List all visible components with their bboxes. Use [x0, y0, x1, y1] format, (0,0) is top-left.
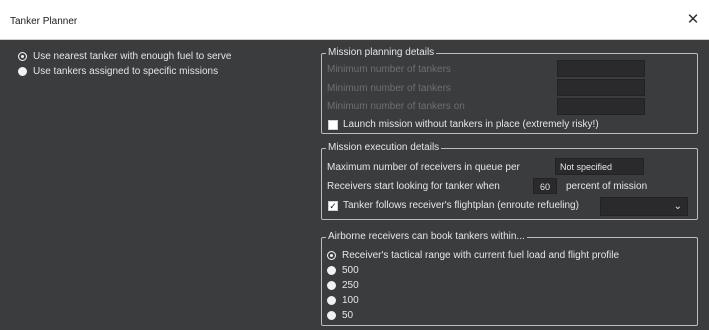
radio-unselected-icon[interactable]: [327, 266, 336, 275]
close-icon[interactable]: ✕: [685, 12, 701, 28]
flightplan-dropdown[interactable]: ⌄: [600, 197, 688, 216]
follows-flightplan-label: Tanker follows receiver's flightplan (en…: [343, 200, 579, 211]
min-tankers-input[interactable]: [557, 60, 645, 77]
mission-planning-group: Mission planning details Minimum number …: [321, 47, 698, 134]
airborne-option-100[interactable]: 100: [327, 295, 359, 306]
min-tankers-on-label: Minimum number of tankers on: [327, 101, 465, 112]
title-bar: Tanker Planner ✕: [0, 0, 709, 40]
min-tankers-on-input[interactable]: [557, 98, 645, 115]
min-tankers-2-input[interactable]: [557, 79, 645, 96]
chevron-down-icon: ⌄: [673, 201, 682, 212]
airborne-option-label: 100: [342, 295, 359, 306]
radio-unselected-icon[interactable]: [327, 311, 336, 320]
airborne-title: Airborne receivers can book tankers with…: [326, 231, 527, 243]
receivers-start-label: Receivers start looking for tanker when: [327, 181, 500, 192]
radio-unselected-icon[interactable]: [18, 67, 27, 76]
airborne-option-tactical-range[interactable]: Receiver's tactical range with current f…: [327, 250, 619, 261]
airborne-option-label: Receiver's tactical range with current f…: [342, 250, 620, 261]
follows-flightplan-checkbox[interactable]: ✓: [328, 201, 338, 211]
window-title: Tanker Planner: [10, 16, 78, 27]
max-receivers-input[interactable]: Not specified: [555, 158, 644, 175]
launch-without-checkbox[interactable]: [328, 120, 338, 130]
min-tankers-label: Minimum number of tankers: [327, 64, 451, 75]
airborne-option-label: 50: [342, 310, 354, 321]
airborne-option-500[interactable]: 500: [327, 265, 359, 276]
airborne-option-label: 500: [342, 265, 359, 276]
percent-of-mission-label: percent of mission: [566, 181, 648, 192]
mission-planning-title: Mission planning details: [326, 47, 437, 59]
airborne-option-250[interactable]: 250: [327, 280, 359, 291]
radio-selected-icon[interactable]: [18, 52, 27, 61]
airborne-option-label: 250: [342, 280, 359, 291]
launch-without-label: Launch mission without tankers in place …: [343, 119, 599, 130]
receivers-start-input[interactable]: 60: [533, 178, 557, 194]
mission-execution-group: Mission execution details Maximum number…: [321, 142, 698, 220]
mission-execution-title: Mission execution details: [326, 142, 442, 154]
airborne-group: Airborne receivers can book tankers with…: [321, 231, 698, 326]
option-nearest-tanker-label: Use nearest tanker with enough fuel to s…: [33, 51, 232, 62]
radio-unselected-icon[interactable]: [327, 296, 336, 305]
min-tankers-2-label: Minimum number of tankers: [327, 83, 451, 94]
option-assigned-tankers[interactable]: Use tankers assigned to specific mission…: [18, 66, 218, 77]
option-nearest-tanker[interactable]: Use nearest tanker with enough fuel to s…: [18, 51, 231, 62]
max-receivers-label: Maximum number of receivers in queue per: [327, 162, 520, 173]
airborne-option-50[interactable]: 50: [327, 310, 353, 321]
option-assigned-tankers-label: Use tankers assigned to specific mission…: [33, 66, 219, 77]
radio-unselected-icon[interactable]: [327, 281, 336, 290]
radio-selected-icon[interactable]: [327, 251, 336, 260]
